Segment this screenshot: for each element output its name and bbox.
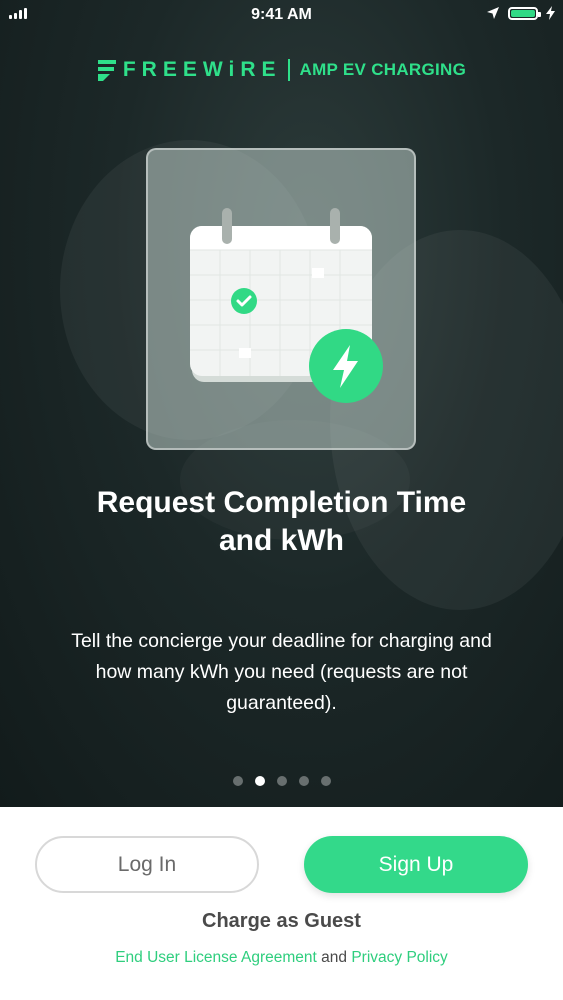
status-bar: 9:41 AM: [0, 0, 563, 30]
slide-title: Request Completion Time and kWh: [0, 484, 563, 560]
status-right-icons: [486, 6, 555, 20]
eula-link[interactable]: End User License Agreement: [115, 949, 317, 966]
charging-bolt-icon: [546, 6, 555, 20]
location-arrow-icon: [487, 7, 499, 19]
slide-title-line-2: and kWh: [219, 524, 344, 557]
login-button[interactable]: Log In: [35, 836, 259, 893]
guest-link[interactable]: Charge as Guest: [0, 910, 563, 933]
legal-links: End User License Agreement and Privacy P…: [0, 949, 563, 967]
brand-name: FREEWiRE: [122, 58, 282, 81]
page-dot-3[interactable]: [276, 776, 287, 786]
slide-title-line-1: Request Completion Time: [96, 486, 467, 519]
page-dot-2[interactable]: [254, 776, 265, 786]
status-time: 9:41 AM: [251, 6, 312, 23]
slide-description: Tell the concierge your deadline for cha…: [30, 626, 533, 719]
page-dot-4[interactable]: [298, 776, 309, 786]
slide-description-line-3: guaranteed).: [226, 692, 337, 714]
brand-divider: [287, 59, 290, 81]
onboarding-hero: 9:41 AM FREEWiRE AMP EV CHARGING Request…: [0, 0, 563, 807]
battery-icon: [508, 6, 541, 20]
page-indicator: [0, 776, 563, 786]
slide-description-line-2: how many kWh you need (requests are not: [95, 661, 468, 683]
onboarding-screen: 9:41 AM FREEWiRE AMP EV CHARGING Request…: [0, 0, 563, 1000]
privacy-policy-link[interactable]: Privacy Policy: [351, 949, 447, 966]
slide-description-line-1: Tell the concierge your deadline for cha…: [71, 630, 492, 652]
product-name: AMP EV CHARGING: [299, 60, 467, 79]
freewire-mark-icon: [97, 60, 116, 81]
page-dot-5[interactable]: [320, 776, 331, 786]
brand-logo: FREEWiRE AMP EV CHARGING: [0, 58, 563, 82]
signup-button[interactable]: Sign Up: [304, 836, 528, 893]
lightning-bolt-icon: [309, 329, 383, 403]
auth-panel: Log In Sign Up Charge as Guest End User …: [0, 807, 563, 1000]
illustration-card: [146, 148, 416, 450]
legal-connector: and: [321, 949, 348, 966]
page-dot-1[interactable]: [232, 776, 243, 786]
